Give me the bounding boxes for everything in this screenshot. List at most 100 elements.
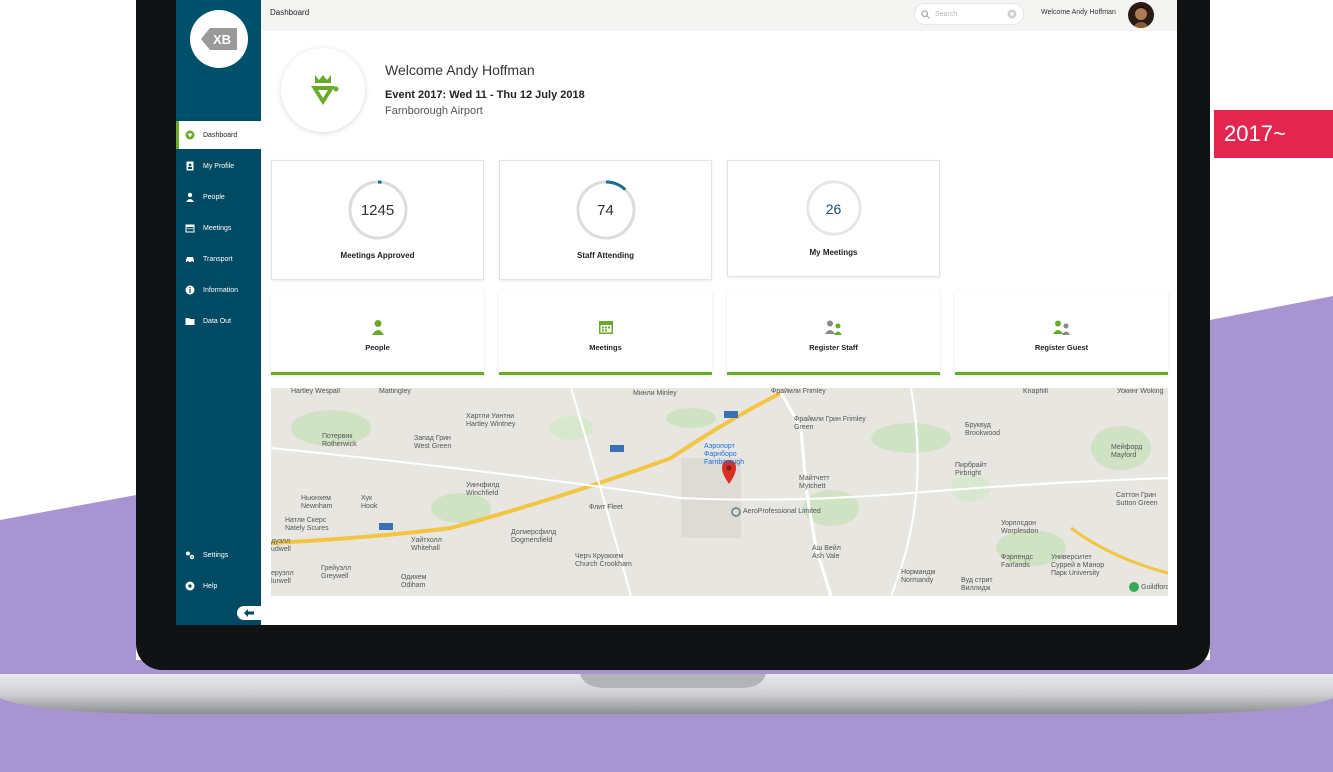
search-placeholder: Search xyxy=(935,10,958,18)
stat-value: 1245 xyxy=(360,202,395,219)
app-logo[interactable]: XB xyxy=(190,10,248,68)
sidebar: XB Dashboard My Profile People Meetings … xyxy=(176,0,261,625)
info-icon xyxy=(185,285,195,295)
map-label: AeroProfessional Limited xyxy=(743,508,821,515)
map-label: Грейуэлл Greywell xyxy=(321,565,352,580)
stat-label: Staff Attending xyxy=(576,251,635,260)
stage: 2017~ XB Dashboard My Profile People Mee… xyxy=(0,0,1333,772)
sidebar-item-meetings[interactable]: Meetings xyxy=(176,214,261,242)
sidebar-item-label: Meetings xyxy=(203,224,232,232)
quick-link-label: Meetings xyxy=(589,343,622,352)
sidebar-item-data-out[interactable]: Data Out xyxy=(176,307,261,335)
map-label: Knaphill xyxy=(1023,388,1048,395)
search-input[interactable]: Search xyxy=(914,3,1024,25)
sidebar-item-label: Help xyxy=(203,582,218,590)
quick-link-meetings[interactable]: Meetings xyxy=(499,291,712,375)
quick-link-register-staff[interactable]: Register Staff xyxy=(727,291,940,375)
sidebar-item-settings[interactable]: Settings xyxy=(176,541,261,569)
map-label: Бруквуд Brookwood xyxy=(965,422,1001,437)
compass-icon xyxy=(185,130,195,140)
clear-search-icon[interactable] xyxy=(1007,9,1017,19)
sidebar-item-people[interactable]: People xyxy=(176,183,261,211)
map-label: Флит Fleet xyxy=(589,504,623,511)
map-label: Потервик Rotherwick xyxy=(322,433,357,448)
quick-link-label: Register Staff xyxy=(809,343,858,352)
map-label: Университет Суррей в Манор Парк Universi… xyxy=(1051,554,1105,577)
map-label: Саттон Грин Sutton Green xyxy=(1116,492,1158,507)
settings-icon xyxy=(185,550,195,560)
folder-icon xyxy=(185,316,195,326)
map-label: Нормандм Normandy xyxy=(901,569,936,584)
stat-card-meetings-approved[interactable]: 1245 Meetings Approved xyxy=(271,160,484,280)
stat-value: 26 xyxy=(825,201,842,217)
svg-text:XB: XB xyxy=(213,32,231,47)
map-label: Аш Вейл Ash Vale xyxy=(812,545,841,560)
map-label: Майтчетт Mytchett xyxy=(799,475,830,490)
user-icon xyxy=(185,192,195,202)
sidebar-item-label: My Profile xyxy=(203,162,235,170)
sidebar-item-label: Data Out xyxy=(203,317,232,325)
stat-card-my-meetings[interactable]: 26 My Meetings xyxy=(727,160,940,277)
map-label: Черч Круокхем Church Crookham xyxy=(575,553,632,568)
stat-label: My Meetings xyxy=(809,248,858,257)
map-label: Уинчфилд Winchfield xyxy=(466,482,500,497)
map-label: Запад Грин West Green xyxy=(414,435,452,450)
quick-link-label: People xyxy=(365,343,390,352)
breadcrumb: Dashboard xyxy=(270,8,310,17)
app-screen: XB Dashboard My Profile People Meetings … xyxy=(176,0,1177,625)
avatar[interactable] xyxy=(1128,2,1154,28)
id-badge-icon xyxy=(185,161,195,171)
sidebar-item-transport[interactable]: Transport xyxy=(176,245,261,273)
year-tag: 2017~ xyxy=(1214,110,1333,158)
sidebar-item-label: People xyxy=(203,193,225,201)
map-label: Минли Minley xyxy=(633,390,677,397)
map-label: Вуд стрит Виллидж xyxy=(961,577,993,592)
help-icon xyxy=(185,581,195,591)
map-label: Фраймли Frimley xyxy=(771,388,826,395)
laptop-base xyxy=(0,674,1333,714)
map-label: Уайтхолл Whitehall xyxy=(411,537,442,552)
top-bar: Dashboard Search Welcome Andy Hoffman xyxy=(261,0,1177,31)
sidebar-item-label: Settings xyxy=(203,551,229,559)
car-icon xyxy=(185,254,195,264)
map-label: еруэлл lurwell xyxy=(271,570,294,585)
users-icon xyxy=(824,320,842,335)
quick-link-label: Register Guest xyxy=(1034,343,1089,352)
map-label: Фэрлендс Fairlands xyxy=(1001,554,1033,569)
map-label: Догмерсфилд Dogmersfield xyxy=(511,529,557,544)
sidebar-item-my-profile[interactable]: My Profile xyxy=(176,152,261,180)
map-label: Аэропорт Фарнборо Farnborough xyxy=(704,443,745,466)
map-label: Уокинг Woking xyxy=(1117,388,1164,395)
year-tag-text: 2017~ xyxy=(1224,121,1286,146)
map-label: Мейфорд Mayford xyxy=(1111,444,1143,459)
calendar-icon xyxy=(598,321,613,334)
event-title: Event 2017: Wed 11 - Thu 12 July 2018 xyxy=(385,89,585,101)
stat-value: 74 xyxy=(597,202,614,219)
users-icon xyxy=(1052,320,1070,335)
map-label: Hartley Wespall xyxy=(291,388,340,395)
map-label: Одихем Odiham xyxy=(401,574,427,589)
welcome-heading: Welcome Andy Hoffman xyxy=(385,62,535,78)
sidebar-item-help[interactable]: Help xyxy=(176,572,261,600)
stat-card-staff-attending[interactable]: 74 Staff Attending xyxy=(499,160,712,280)
collapse-sidebar-button[interactable] xyxy=(237,606,261,620)
map-label: Guildford xyxy=(1141,584,1168,591)
search-icon xyxy=(921,9,930,19)
quick-link-register-guest[interactable]: Register Guest xyxy=(955,291,1168,375)
sidebar-item-label: Transport xyxy=(203,255,233,263)
quick-link-people[interactable]: People xyxy=(271,291,484,375)
map-label: Mattingley xyxy=(379,388,411,395)
location-map[interactable]: Hartley Wespall Mattingley Минли Minley … xyxy=(271,388,1168,596)
sidebar-item-information[interactable]: Information xyxy=(176,276,261,304)
map-label: Ньюнхем Newnham xyxy=(301,495,333,510)
map-label: Хук Hook xyxy=(361,495,378,510)
logo-mark-icon: XB xyxy=(201,28,237,50)
map-label: Пирбрайт Pirbright xyxy=(955,462,987,477)
map-label: Фраймли Грин Frimley Green xyxy=(794,416,866,431)
user-welcome: Welcome Andy Hoffman xyxy=(1041,9,1116,16)
sidebar-item-label: Information xyxy=(203,286,239,294)
sidebar-item-dashboard[interactable]: Dashboard xyxy=(176,121,261,149)
crown-shield-icon xyxy=(311,75,339,105)
arrow-left-icon xyxy=(244,609,254,617)
map-label: Натли Скерс Nately Scures xyxy=(285,517,329,532)
